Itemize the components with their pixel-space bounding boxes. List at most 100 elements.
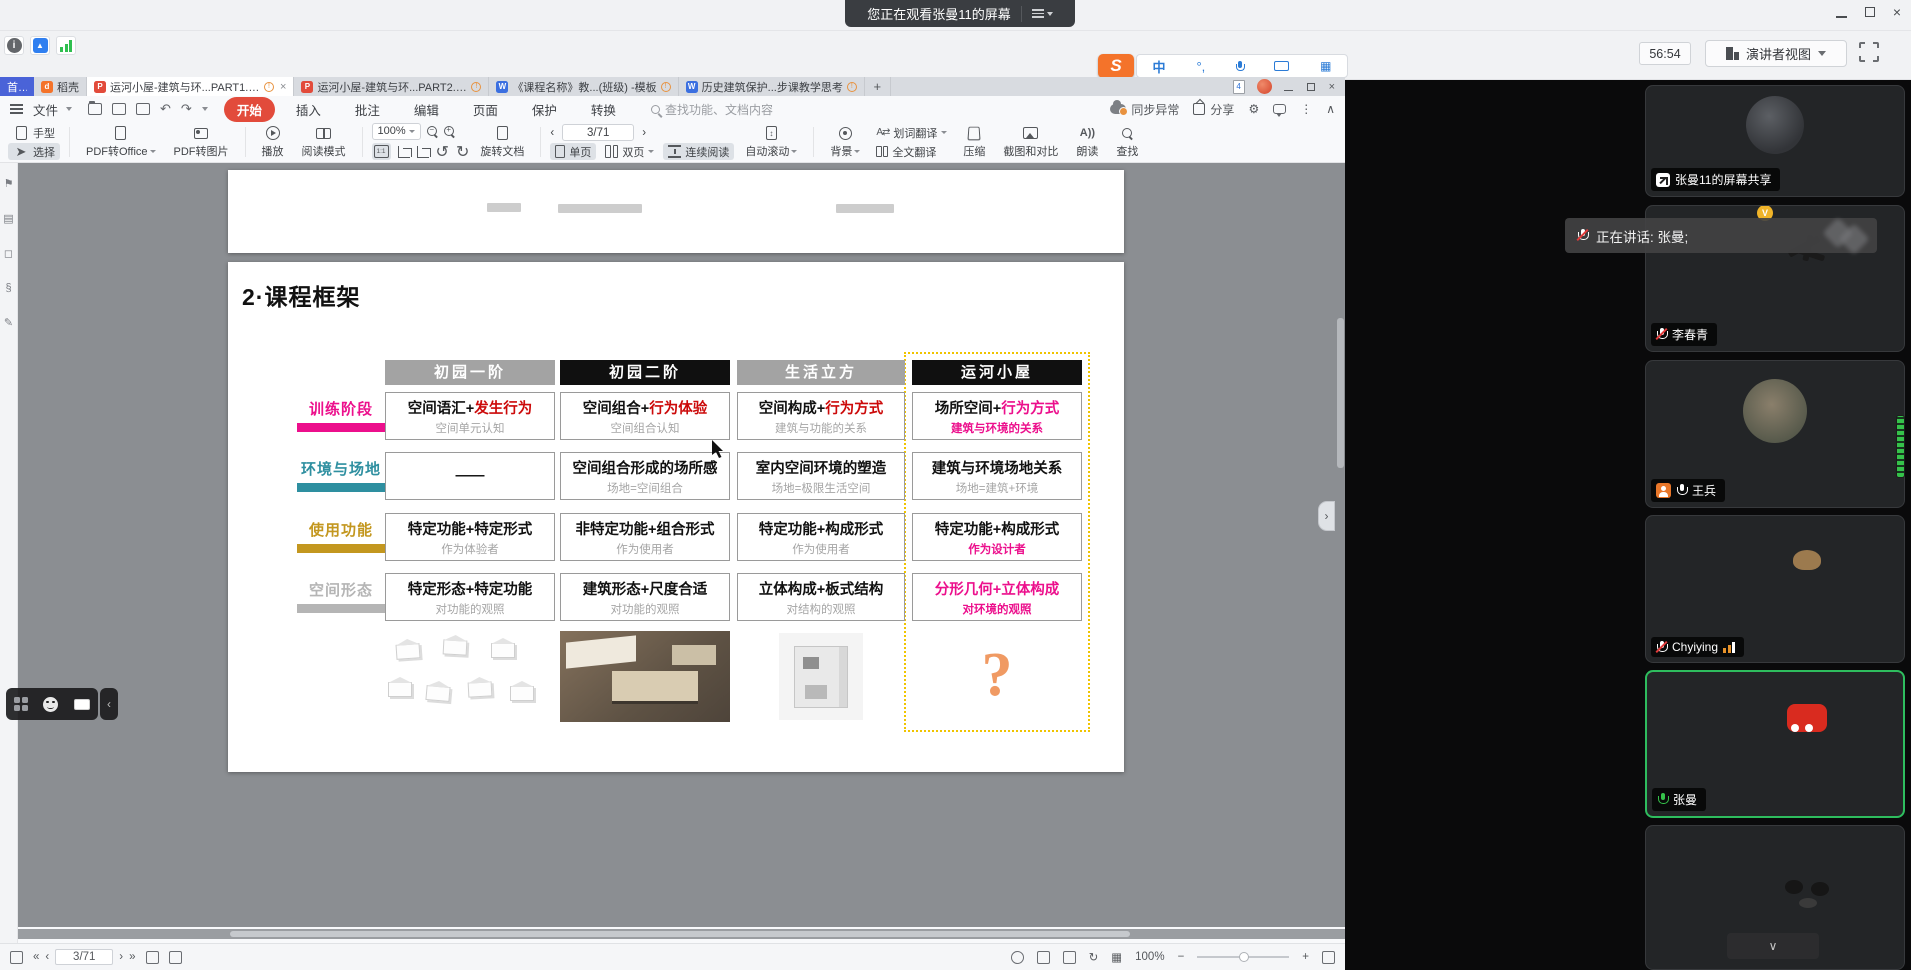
undo-icon[interactable]: ↶ xyxy=(160,101,171,117)
actual-size-button[interactable]: 1:1 xyxy=(372,143,391,160)
menu-insert[interactable]: 插入 xyxy=(283,97,334,122)
next-page-icon[interactable]: › xyxy=(119,951,123,963)
settings-icon[interactable]: ⚙ xyxy=(1248,102,1259,116)
pdf-to-image-button[interactable]: PDF转图片 xyxy=(167,124,236,160)
hamburger-icon[interactable] xyxy=(10,104,23,114)
zoom-slider[interactable] xyxy=(1197,956,1289,958)
bookmark-icon[interactable]: ⚑ xyxy=(4,177,14,190)
ime-punctuation-toggle[interactable]: °, xyxy=(1196,59,1205,74)
zoom-slider-knob[interactable] xyxy=(1239,952,1249,962)
scrollbar-thumb[interactable] xyxy=(1337,318,1344,468)
menu-start[interactable]: 开始 xyxy=(224,97,275,122)
info-button[interactable]: i xyxy=(4,36,24,55)
word-translate-button[interactable]: A⇄划词翻译 xyxy=(871,124,952,141)
fullscreen-button[interactable] xyxy=(1859,42,1879,62)
ime-mic-icon[interactable] xyxy=(1236,61,1243,72)
maximize-button[interactable] xyxy=(1865,7,1875,17)
thumbnail-panel-icon[interactable]: ▤ xyxy=(3,212,13,225)
rotate-right-icon[interactable]: ↻ xyxy=(456,142,469,162)
video-tile-screen-share[interactable]: 张曼11的屏幕共享 xyxy=(1645,85,1905,197)
vertical-scrollbar[interactable] xyxy=(1337,163,1344,927)
video-tile-participant[interactable]: Chyiying xyxy=(1645,515,1905,663)
collapse-float-toolbar[interactable]: ‹ xyxy=(100,688,118,720)
tab-doc2[interactable]: P 运河小屋-建筑与环...PART2.pdf ! xyxy=(294,77,489,96)
zoom-level-dropdown[interactable]: 100% xyxy=(372,123,421,140)
grid-view-icon[interactable]: ▦ xyxy=(1111,950,1122,964)
doc-count-icon[interactable]: 4 xyxy=(1233,80,1245,94)
page-mark-icon[interactable] xyxy=(146,951,159,964)
menu-edit[interactable]: 编辑 xyxy=(401,97,452,122)
zoom-out-icon[interactable]: − xyxy=(427,126,438,137)
last-page-icon[interactable]: » xyxy=(129,951,135,963)
pdf-to-office-button[interactable]: PDF转Office xyxy=(79,124,163,160)
menu-protect[interactable]: 保护 xyxy=(519,97,570,122)
next-page-icon[interactable]: › xyxy=(642,127,646,139)
statusbar-page-indicator[interactable]: 3/71 xyxy=(55,949,113,965)
prev-page-icon[interactable]: ‹ xyxy=(550,127,554,139)
find-button[interactable]: 查找 xyxy=(1109,124,1145,160)
background-button[interactable]: 背景 xyxy=(823,124,867,160)
new-tab-button[interactable]: + xyxy=(865,77,891,96)
mini-keyboard-icon[interactable] xyxy=(74,699,90,710)
crop-region-icon[interactable] xyxy=(417,146,429,158)
open-icon[interactable] xyxy=(88,103,102,115)
annotate-icon[interactable]: ✎ xyxy=(4,316,13,329)
play-button[interactable]: 播放 xyxy=(255,124,291,160)
menu-page[interactable]: 页面 xyxy=(460,97,511,122)
network-quality-button[interactable] xyxy=(56,36,76,55)
single-page-button[interactable]: 单页 xyxy=(550,143,596,160)
full-translate-button[interactable]: 全文翻译 xyxy=(871,143,952,160)
video-tile-participant[interactable]: 王兵 xyxy=(1645,360,1905,508)
hand-tool-button[interactable]: 手型 xyxy=(8,124,60,141)
sync-status[interactable]: 同步异常 xyxy=(1110,101,1179,118)
more-icon[interactable]: ⋮ xyxy=(1300,102,1312,116)
menu-file[interactable]: 文件 xyxy=(33,100,58,119)
attachment-icon[interactable]: § xyxy=(5,282,11,294)
ime-toolbox-icon[interactable]: ▦ xyxy=(1320,59,1331,73)
zoom-out-button[interactable]: − xyxy=(1178,951,1185,963)
rotate-document-button[interactable]: 旋转文档 xyxy=(473,124,531,160)
video-tile-active-speaker[interactable]: 张曼 xyxy=(1645,670,1905,818)
crop-page-icon[interactable] xyxy=(398,146,410,158)
tab-docer[interactable]: d 稻壳 xyxy=(34,77,87,96)
pdf-canvas[interactable]: 2·课程框架 初园一阶 初园二阶 生活立方 运河小屋 训练阶段 环境与场地 使用… xyxy=(18,163,1345,927)
banner-menu-icon[interactable] xyxy=(1021,6,1053,22)
single-view-icon[interactable] xyxy=(1037,951,1050,964)
first-page-icon[interactable]: « xyxy=(33,951,39,963)
menu-comment[interactable]: 批注 xyxy=(342,97,393,122)
print-icon[interactable] xyxy=(136,103,150,115)
contents-icon[interactable] xyxy=(10,951,23,964)
note-icon[interactable] xyxy=(169,951,182,964)
save-icon[interactable] xyxy=(112,103,126,115)
prev-page-icon[interactable]: ‹ xyxy=(45,951,49,963)
maximize-button[interactable] xyxy=(1307,83,1315,91)
comment-panel-icon[interactable]: ◻ xyxy=(4,247,13,260)
view-mode-dropdown[interactable]: 演讲者视图 xyxy=(1705,40,1847,67)
collapse-ribbon-icon[interactable]: ∧ xyxy=(1326,102,1335,116)
reading-mode-button[interactable]: 阅读模式 xyxy=(295,124,353,160)
tab-home[interactable]: 首页 xyxy=(0,77,34,96)
close-button[interactable]: × xyxy=(1893,6,1901,18)
tab-doc1-active[interactable]: P 运河小屋-建筑与环...PART1.pdf ! × xyxy=(87,77,294,96)
auto-scroll-button[interactable]: ↕自动滚动 xyxy=(738,124,804,160)
redo-icon[interactable]: ↷ xyxy=(181,101,192,117)
scroll-down-participants-button[interactable]: ∨ xyxy=(1727,933,1819,959)
account-avatar[interactable] xyxy=(1257,79,1272,94)
double-page-button[interactable]: 双页 xyxy=(600,143,659,160)
tab-doc4[interactable]: W 历史建筑保护...步课教学思考 ! xyxy=(679,77,865,96)
screenshot-compare-button[interactable]: 截图和对比 xyxy=(996,124,1065,160)
upgrade-button[interactable]: ▲ xyxy=(30,36,50,55)
double-view-icon[interactable] xyxy=(1063,951,1076,964)
page-indicator[interactable]: 3/71 xyxy=(562,124,634,141)
search-box[interactable]: 查找功能、文档内容 xyxy=(651,101,773,118)
rotate-view-icon[interactable]: ↻ xyxy=(1089,950,1099,964)
feedback-icon[interactable] xyxy=(1273,104,1286,114)
minimize-button[interactable] xyxy=(1836,7,1847,18)
share-button[interactable]: 分享 xyxy=(1193,101,1234,118)
minimize-button[interactable] xyxy=(1284,82,1293,91)
compress-button[interactable]: 压缩 xyxy=(956,124,992,160)
menu-convert[interactable]: 转换 xyxy=(578,97,629,122)
read-aloud-button[interactable]: A))朗读 xyxy=(1069,124,1105,160)
rotate-left-icon[interactable]: ↺ xyxy=(436,142,449,162)
zoom-in-button[interactable]: + xyxy=(1302,951,1309,963)
